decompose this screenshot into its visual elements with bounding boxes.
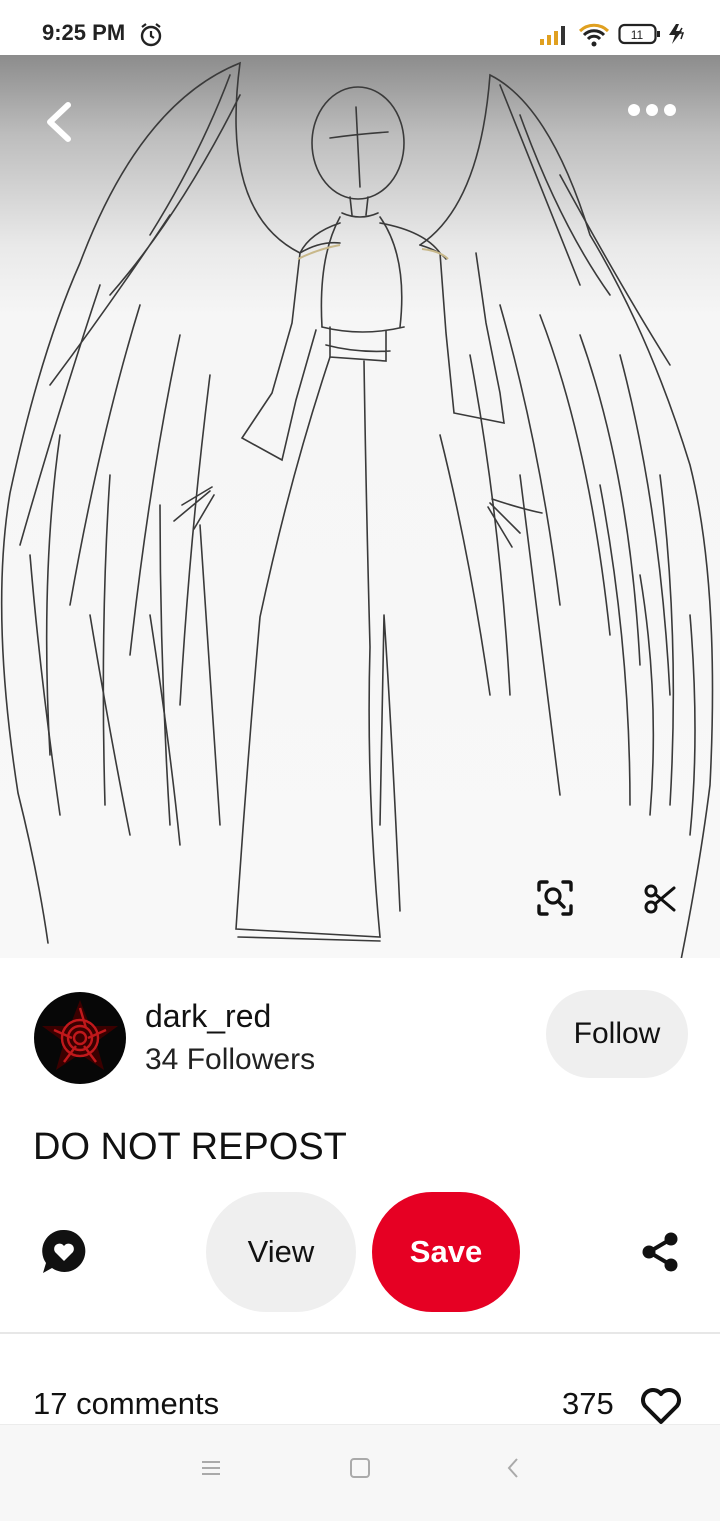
avatar[interactable] [34, 992, 126, 1084]
likes-count: 375 [562, 1386, 614, 1421]
comment-heart-icon [42, 1229, 86, 1273]
back-nav-button[interactable] [500, 1455, 526, 1481]
status-time: 9:25 PM [42, 20, 126, 45]
comments-count[interactable]: 17 comments [33, 1386, 219, 1422]
back-button[interactable] [38, 97, 78, 147]
more-options-button[interactable] [622, 95, 682, 125]
save-button[interactable]: Save [372, 1192, 520, 1312]
battery-icon: 11 [618, 22, 662, 51]
visual-search-button[interactable] [532, 875, 578, 921]
pin-image[interactable] [0, 55, 720, 958]
follow-button[interactable]: Follow [546, 990, 688, 1078]
visual-search-icon [537, 880, 573, 916]
crop-button[interactable] [640, 877, 680, 921]
home-nav-button[interactable] [347, 1455, 373, 1481]
creator-followers: 34 Followers [145, 1043, 316, 1076]
battery-level: 11 [631, 28, 644, 42]
angel-sketch-image [0, 61, 714, 958]
status-bar: 9:25 PM 11 [0, 0, 720, 62]
share-button[interactable] [636, 1228, 684, 1276]
share-icon [642, 1232, 678, 1272]
home-icon [350, 1458, 370, 1478]
menu-icon [202, 1461, 220, 1475]
view-button[interactable]: View [206, 1192, 356, 1312]
divider [0, 1332, 720, 1334]
signal-icon [538, 22, 570, 51]
heart-icon [641, 1388, 681, 1424]
creator-username[interactable]: dark_red [145, 998, 271, 1035]
charging-icon [666, 22, 688, 51]
alarm-icon [138, 22, 164, 53]
more-icon [628, 104, 676, 116]
like-button[interactable] [638, 1386, 684, 1426]
wifi-icon [578, 22, 610, 53]
system-navbar [0, 1424, 720, 1521]
comment-react-button[interactable] [38, 1226, 90, 1278]
pin-description: DO NOT REPOST [33, 1126, 347, 1168]
menu-nav-button[interactable] [198, 1455, 224, 1481]
avatar-star-icon [42, 1000, 118, 1070]
back-nav-icon [507, 1458, 518, 1478]
scissors-icon [644, 884, 676, 914]
back-icon [47, 102, 71, 142]
